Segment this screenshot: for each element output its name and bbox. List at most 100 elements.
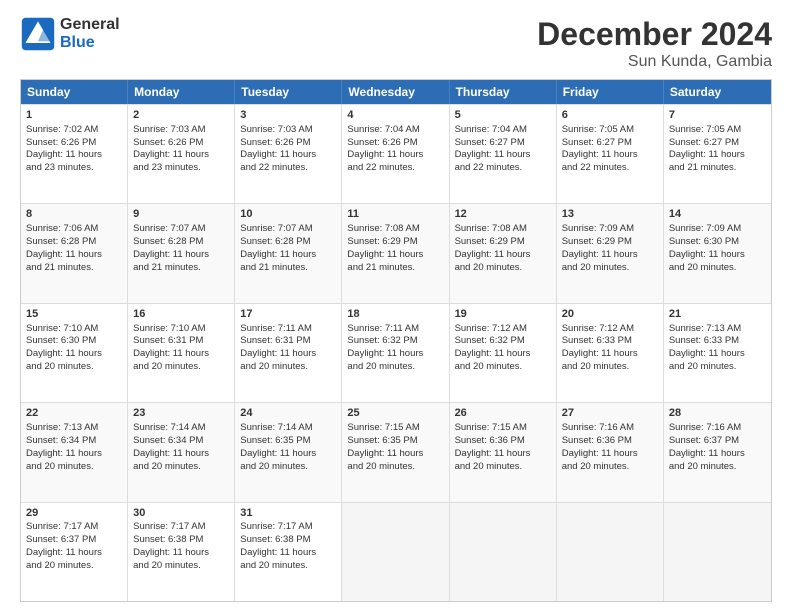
day-info: and 20 minutes.: [669, 361, 766, 374]
day-info: and 23 minutes.: [133, 162, 229, 175]
day-info: and 21 minutes.: [133, 262, 229, 275]
day-info: Sunset: 6:28 PM: [26, 236, 122, 249]
day-info: Sunset: 6:36 PM: [455, 435, 551, 448]
day-info: Sunrise: 7:10 AM: [133, 323, 229, 336]
calendar-cell: 5Sunrise: 7:04 AMSunset: 6:27 PMDaylight…: [450, 105, 557, 203]
day-info: Sunrise: 7:16 AM: [562, 422, 658, 435]
day-info: Daylight: 11 hours: [455, 249, 551, 262]
day-info: Daylight: 11 hours: [669, 249, 766, 262]
day-info: Daylight: 11 hours: [669, 348, 766, 361]
calendar-cell: 16Sunrise: 7:10 AMSunset: 6:31 PMDayligh…: [128, 304, 235, 402]
day-info: Sunset: 6:29 PM: [455, 236, 551, 249]
day-info: Sunrise: 7:15 AM: [455, 422, 551, 435]
calendar-cell: 19Sunrise: 7:12 AMSunset: 6:32 PMDayligh…: [450, 304, 557, 402]
day-info: Daylight: 11 hours: [133, 249, 229, 262]
day-info: Sunrise: 7:03 AM: [133, 124, 229, 137]
calendar-cell: 31Sunrise: 7:17 AMSunset: 6:38 PMDayligh…: [235, 503, 342, 601]
calendar-cell: 18Sunrise: 7:11 AMSunset: 6:32 PMDayligh…: [342, 304, 449, 402]
calendar-cell: 2Sunrise: 7:03 AMSunset: 6:26 PMDaylight…: [128, 105, 235, 203]
day-info: Sunrise: 7:13 AM: [669, 323, 766, 336]
day-number: 6: [562, 108, 658, 123]
calendar-cell: [557, 503, 664, 601]
calendar-cell: 24Sunrise: 7:14 AMSunset: 6:35 PMDayligh…: [235, 403, 342, 501]
day-number: 5: [455, 108, 551, 123]
day-info: Daylight: 11 hours: [133, 448, 229, 461]
day-number: 4: [347, 108, 443, 123]
day-info: Sunrise: 7:17 AM: [133, 521, 229, 534]
day-info: Daylight: 11 hours: [240, 348, 336, 361]
day-info: Sunrise: 7:07 AM: [133, 223, 229, 236]
day-info: Sunset: 6:34 PM: [26, 435, 122, 448]
calendar-cell: 13Sunrise: 7:09 AMSunset: 6:29 PMDayligh…: [557, 204, 664, 302]
day-info: and 20 minutes.: [562, 361, 658, 374]
day-info: Sunset: 6:27 PM: [562, 137, 658, 150]
page: General Blue December 2024 Sun Kunda, Ga…: [0, 0, 792, 612]
day-number: 20: [562, 307, 658, 322]
calendar-cell: 28Sunrise: 7:16 AMSunset: 6:37 PMDayligh…: [664, 403, 771, 501]
day-info: Daylight: 11 hours: [240, 547, 336, 560]
day-info: Daylight: 11 hours: [347, 149, 443, 162]
day-number: 11: [347, 207, 443, 222]
calendar-cell: [450, 503, 557, 601]
day-number: 27: [562, 406, 658, 421]
day-info: Daylight: 11 hours: [562, 348, 658, 361]
day-info: Daylight: 11 hours: [240, 448, 336, 461]
calendar-cell: [664, 503, 771, 601]
day-info: Sunset: 6:31 PM: [240, 335, 336, 348]
calendar-day-header: Monday: [128, 80, 235, 104]
day-info: and 22 minutes.: [240, 162, 336, 175]
day-info: Sunset: 6:32 PM: [347, 335, 443, 348]
day-number: 30: [133, 506, 229, 521]
day-number: 15: [26, 307, 122, 322]
calendar-cell: 26Sunrise: 7:15 AMSunset: 6:36 PMDayligh…: [450, 403, 557, 501]
day-info: Sunset: 6:27 PM: [669, 137, 766, 150]
day-info: Sunrise: 7:12 AM: [562, 323, 658, 336]
day-info: Sunrise: 7:10 AM: [26, 323, 122, 336]
calendar-day-header: Sunday: [21, 80, 128, 104]
day-info: Sunrise: 7:03 AM: [240, 124, 336, 137]
page-title: December 2024: [537, 16, 772, 53]
page-subtitle: Sun Kunda, Gambia: [537, 53, 772, 71]
day-info: and 20 minutes.: [669, 262, 766, 275]
day-info: and 22 minutes.: [562, 162, 658, 175]
calendar-cell: 22Sunrise: 7:13 AMSunset: 6:34 PMDayligh…: [21, 403, 128, 501]
calendar-cell: 1Sunrise: 7:02 AMSunset: 6:26 PMDaylight…: [21, 105, 128, 203]
day-info: Sunset: 6:30 PM: [669, 236, 766, 249]
day-number: 16: [133, 307, 229, 322]
day-info: Sunrise: 7:04 AM: [455, 124, 551, 137]
day-number: 28: [669, 406, 766, 421]
calendar-header: SundayMondayTuesdayWednesdayThursdayFrid…: [21, 80, 771, 104]
day-info: Sunrise: 7:09 AM: [562, 223, 658, 236]
day-number: 14: [669, 207, 766, 222]
day-info: and 22 minutes.: [455, 162, 551, 175]
day-info: Sunrise: 7:06 AM: [26, 223, 122, 236]
day-number: 8: [26, 207, 122, 222]
day-info: Sunrise: 7:09 AM: [669, 223, 766, 236]
calendar-cell: 9Sunrise: 7:07 AMSunset: 6:28 PMDaylight…: [128, 204, 235, 302]
day-info: Sunset: 6:28 PM: [240, 236, 336, 249]
day-info: Daylight: 11 hours: [455, 348, 551, 361]
calendar-cell: 21Sunrise: 7:13 AMSunset: 6:33 PMDayligh…: [664, 304, 771, 402]
day-info: Daylight: 11 hours: [347, 249, 443, 262]
day-info: Sunset: 6:33 PM: [669, 335, 766, 348]
day-info: and 20 minutes.: [133, 361, 229, 374]
day-info: Sunset: 6:26 PM: [26, 137, 122, 150]
day-info: and 20 minutes.: [455, 262, 551, 275]
day-number: 13: [562, 207, 658, 222]
day-info: Daylight: 11 hours: [26, 348, 122, 361]
day-info: and 20 minutes.: [347, 461, 443, 474]
day-info: Sunset: 6:37 PM: [26, 534, 122, 547]
day-info: Daylight: 11 hours: [669, 149, 766, 162]
calendar-cell: 15Sunrise: 7:10 AMSunset: 6:30 PMDayligh…: [21, 304, 128, 402]
calendar-cell: 8Sunrise: 7:06 AMSunset: 6:28 PMDaylight…: [21, 204, 128, 302]
day-number: 9: [133, 207, 229, 222]
day-number: 3: [240, 108, 336, 123]
calendar-day-header: Tuesday: [235, 80, 342, 104]
day-number: 31: [240, 506, 336, 521]
day-info: Sunrise: 7:17 AM: [26, 521, 122, 534]
day-info: Sunrise: 7:12 AM: [455, 323, 551, 336]
day-info: Sunrise: 7:07 AM: [240, 223, 336, 236]
calendar-day-header: Thursday: [450, 80, 557, 104]
day-info: Sunrise: 7:16 AM: [669, 422, 766, 435]
day-info: Daylight: 11 hours: [26, 448, 122, 461]
